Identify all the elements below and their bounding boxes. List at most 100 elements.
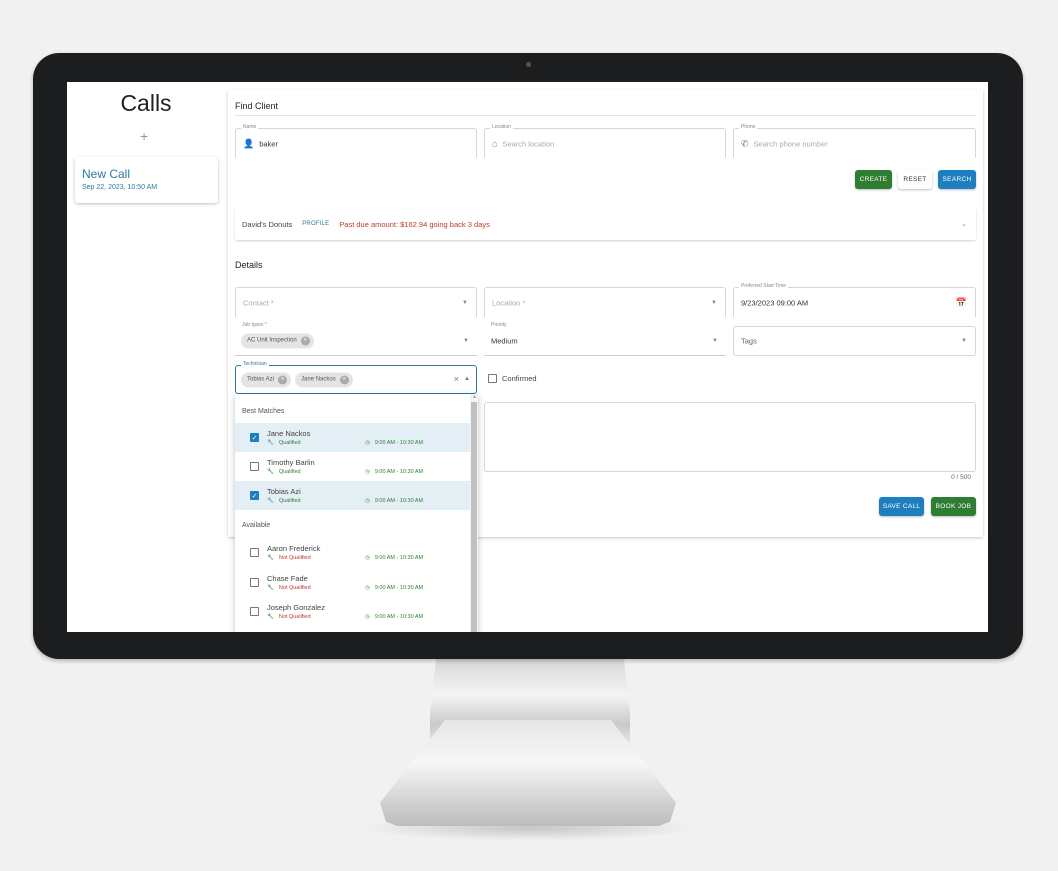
technician-name: Chase Fade [267, 574, 308, 583]
save-call-button[interactable]: SAVE CALL [879, 497, 924, 516]
qualification: 🔧 Qualified [267, 498, 301, 504]
technician-label: Technician [241, 361, 269, 367]
webcam [526, 62, 531, 67]
chevron-down-icon[interactable]: ⌄ [961, 220, 967, 228]
start-time-label: Preferred Start Time [739, 283, 789, 289]
add-call-plus-icon[interactable]: + [140, 128, 148, 144]
caret-down-icon: ▼ [711, 299, 717, 306]
past-due-warning: Past due amount: $162.94 going back 3 da… [339, 219, 490, 229]
technician-dropdown: ▲ Best Matches ✓ Jane Nackos 🔧 Qualified … [235, 394, 478, 632]
checkbox-unchecked[interactable] [250, 607, 259, 616]
technician-chip-label: Jane Nackos [301, 376, 336, 383]
search-button[interactable]: SEARCH [938, 170, 976, 189]
home-icon: ⌂ [492, 138, 498, 148]
priority-value: Medium [491, 336, 518, 345]
divider [235, 115, 976, 116]
qualification: 🔧 Not Qualified [267, 555, 311, 561]
technician-chip: Jane Nackos × [295, 372, 353, 387]
location-select[interactable]: Location * ▼ [484, 287, 726, 317]
checkbox-checked[interactable]: ✓ [250, 433, 259, 442]
confirmed-checkbox-row[interactable]: Confirmed [488, 374, 537, 383]
clock-icon: ◷ [365, 614, 370, 620]
technician-option[interactable]: Aaron Frederick 🔧 Not Qualified ◷ 9:00 AM … [235, 538, 470, 567]
clock-icon: ◷ [365, 555, 370, 561]
technician-option[interactable]: ✓ Jane Nackos 🔧 Qualified ◷ 9:00 AM - 10:3… [235, 423, 470, 452]
availability-time: ◷ 9:00 AM - 10:30 AM [365, 469, 424, 475]
clock-icon: ◷ [365, 498, 370, 504]
clock-icon: ◷ [365, 585, 370, 591]
wrench-icon: 🔧 [267, 585, 274, 591]
details-title: Details [235, 260, 263, 270]
group-label-best-matches: Best Matches [242, 408, 285, 415]
technician-name: Jane Nackos [267, 429, 311, 438]
call-card[interactable]: New Call Sep 22, 2023, 10:50 AM [75, 157, 218, 203]
technician-chip: Tobias Azi × [241, 372, 292, 387]
scroll-up-icon[interactable]: ▲ [472, 394, 477, 400]
group-label-available: Available [242, 522, 271, 529]
client-result-row[interactable]: David's Donuts PROFILE Past due amount: … [235, 208, 976, 240]
checkbox-unchecked[interactable] [250, 548, 259, 557]
qualification: 🔧 Not Qualified [267, 614, 311, 620]
find-client-title: Find Client [235, 101, 279, 111]
notes-char-counter: 0 / 500 [951, 474, 971, 481]
caret-down-icon: ▼ [961, 338, 967, 344]
location-label: Location [490, 124, 513, 130]
calendar-icon[interactable]: 📅 [956, 297, 967, 308]
technician-option[interactable]: Joseph Gonzalez 🔧 Not Qualified ◷ 9:00 AM … [235, 597, 470, 626]
clock-icon: ◷ [365, 469, 370, 475]
name-field[interactable]: Name 👤 baker [235, 124, 477, 158]
wrench-icon: 🔧 [267, 498, 274, 504]
job-types-select[interactable]: Job types * AC Unit Inspection × ▼ [235, 322, 477, 356]
clear-icon[interactable]: × [454, 374, 459, 384]
checkbox-unchecked[interactable] [250, 462, 259, 471]
caret-down-icon: ▼ [462, 299, 468, 306]
chip-remove-icon[interactable]: × [300, 336, 310, 345]
tags-select[interactable]: Tags ▼ [733, 326, 976, 356]
wrench-icon: 🔧 [267, 440, 274, 446]
checkbox-checked[interactable]: ✓ [250, 491, 259, 500]
preferred-start-time-field[interactable]: Preferred Start Time 9/23/2023 09:00 AM … [733, 283, 976, 317]
phone-placeholder: Search phone number [753, 139, 828, 148]
confirmed-checkbox[interactable] [488, 374, 497, 383]
qualification: 🔧 Not Qualified [267, 585, 311, 591]
name-value: baker [259, 139, 278, 148]
technician-option[interactable]: ✓ Tobias Azi 🔧 Qualified ◷ 9:00 AM - 10:30… [235, 481, 470, 510]
caret-up-icon[interactable]: ▲ [464, 376, 470, 382]
availability-time: ◷ 9:00 AM - 10:30 AM [365, 585, 424, 591]
create-button[interactable]: CREATE [855, 170, 892, 189]
notes-textarea[interactable] [484, 402, 976, 472]
job-types-label: Job types * [240, 322, 269, 328]
call-card-title: New Call [82, 167, 131, 181]
reset-button[interactable]: RESET [898, 170, 932, 189]
chip-remove-icon[interactable]: × [339, 375, 349, 384]
start-time-value: 9/23/2023 09:00 AM [741, 298, 809, 307]
name-label: Name [241, 124, 259, 130]
availability-time: ◷ 9:00 AM - 10:30 AM [365, 498, 424, 504]
technician-option[interactable]: Chase Fade 🔧 Not Qualified ◷ 9:00 AM - 10:… [235, 568, 470, 597]
wrench-icon: 🔧 [267, 469, 274, 475]
qualification: 🔧 Qualified [267, 440, 301, 446]
location-search-field[interactable]: Location ⌂ Search location [484, 124, 726, 158]
caret-down-icon: ▼ [463, 337, 469, 344]
phone-search-field[interactable]: Phone ✆ Search phone number [733, 124, 976, 158]
profile-link[interactable]: PROFILE [302, 221, 329, 227]
job-type-chip: AC Unit Inspection × [241, 333, 314, 348]
checkbox-unchecked[interactable] [250, 578, 259, 587]
book-job-button[interactable]: BOOK JOB [931, 497, 976, 516]
clock-icon: ◷ [365, 440, 370, 446]
job-type-chip-label: AC Unit Inspection [247, 337, 297, 344]
priority-select[interactable]: Priority Medium ▼ [484, 322, 726, 356]
technician-option[interactable]: Timothy Barlin 🔧 Qualified ◷ 9:00 AM - 10:… [235, 452, 470, 481]
technician-autocomplete[interactable]: Technician Tobias Azi × Jane Nackos × × … [235, 361, 477, 394]
phone-icon: ✆ [741, 138, 749, 148]
caret-down-icon: ▼ [712, 337, 718, 344]
location-placeholder: Search location [502, 139, 555, 148]
technician-name: Joseph Gonzalez [267, 603, 325, 612]
tags-label: Tags [741, 336, 757, 346]
contact-select[interactable]: Contact * ▼ [235, 287, 477, 317]
location-select-label: Location * [492, 298, 526, 307]
chip-remove-icon[interactable]: × [278, 375, 288, 384]
wrench-icon: 🔧 [267, 555, 274, 561]
scrollbar-thumb[interactable] [471, 402, 477, 632]
screen: Calls + New Call Sep 22, 2023, 10:50 AM … [67, 82, 988, 632]
